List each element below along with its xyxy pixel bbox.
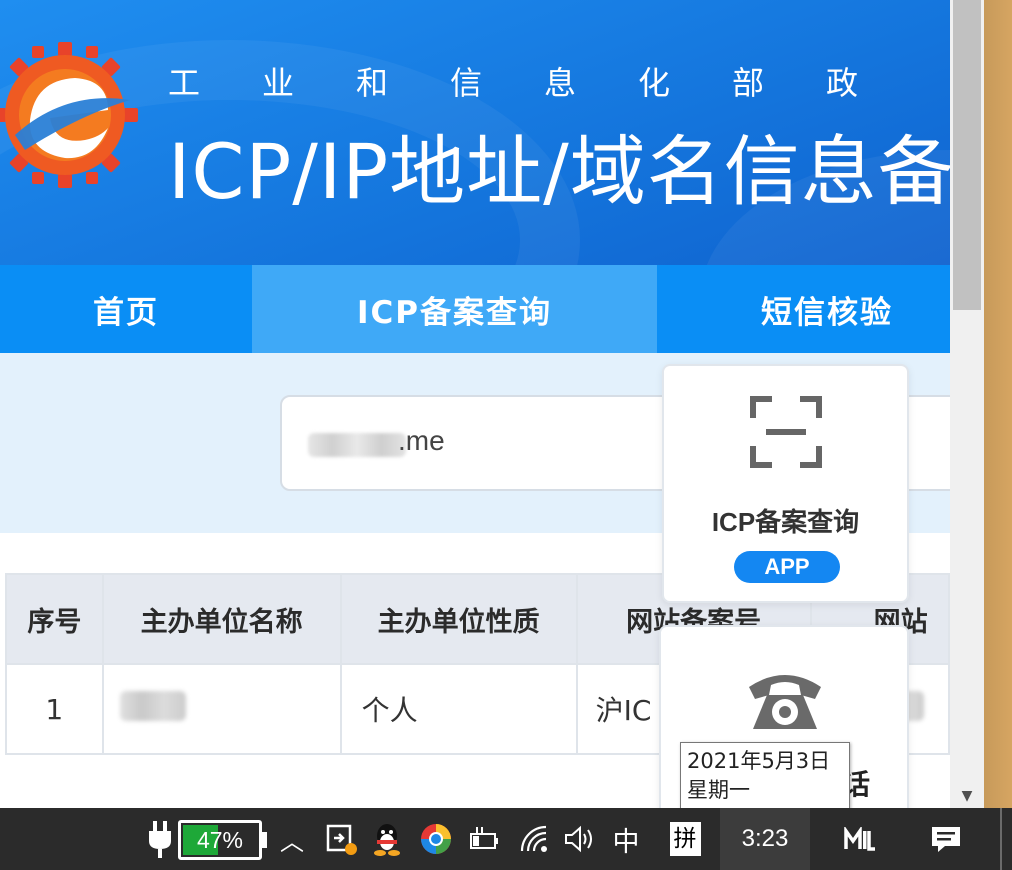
- browser-tray-icon[interactable]: [418, 808, 454, 870]
- column-header-org-type: 主办单位性质: [339, 573, 578, 665]
- tooltip-date: 2021年5月3日: [687, 749, 831, 773]
- header-banner: 工业和信息化部政 ICP/IP地址/域名信息备: [0, 0, 950, 265]
- battery-percent: 47%: [196, 827, 244, 853]
- app-download-card[interactable]: ICP备案查询 APP: [662, 364, 909, 603]
- app-badge[interactable]: APP: [734, 551, 840, 583]
- browser-viewport: 工业和信息化部政 ICP/IP地址/域名信息备 首页 ICP备案查询 短信核验 …: [0, 0, 950, 808]
- telephone-icon: [749, 675, 821, 729]
- redacted-text: [119, 690, 186, 721]
- nav-item-icp-query[interactable]: ICP备案查询: [252, 265, 657, 353]
- wifi-icon[interactable]: [518, 808, 552, 870]
- scrollbar-thumb[interactable]: [953, 0, 981, 310]
- search-input-value: .me: [398, 425, 445, 456]
- redacted-text: [308, 433, 406, 457]
- ministry-name: 工业和信息化部政: [168, 64, 921, 102]
- cell-org-name: [101, 663, 342, 755]
- vertical-scrollbar[interactable]: ▼: [950, 0, 984, 808]
- app-tray-icon[interactable]: [838, 808, 882, 870]
- nav-item-home[interactable]: 首页: [0, 265, 252, 353]
- desktop-background: [984, 0, 1012, 808]
- battery-tip: [262, 832, 267, 848]
- column-header-index: 序号: [5, 573, 104, 665]
- notification-center-icon[interactable]: [926, 808, 966, 870]
- qq-icon[interactable]: [370, 808, 404, 870]
- tooltip-weekday: 星期一: [687, 778, 750, 802]
- main-nav: 首页 ICP备案查询 短信核验: [0, 265, 950, 353]
- device-sync-icon[interactable]: [322, 808, 360, 870]
- cell-org-type: 个人: [339, 663, 578, 755]
- ime-layout-label: 拼: [669, 822, 701, 856]
- ime-mode-indicator[interactable]: 中: [606, 808, 646, 870]
- column-header-org-name: 主办单位名称: [101, 573, 342, 665]
- volume-icon[interactable]: [562, 808, 598, 870]
- power-plug-icon[interactable]: [144, 808, 176, 870]
- cell-index: 1: [5, 663, 104, 755]
- battery-status-icon[interactable]: [466, 808, 502, 870]
- show-hidden-icons-chevron-icon[interactable]: ︿: [276, 808, 308, 870]
- show-desktop-button[interactable]: [1000, 808, 1002, 870]
- scroll-down-arrow-icon[interactable]: ▼: [950, 784, 984, 808]
- taskbar: 47% ︿ 中 拼 3:23: [0, 808, 1012, 870]
- battery-indicator[interactable]: 47%: [178, 820, 262, 860]
- taskbar-clock[interactable]: 3:23: [720, 808, 810, 870]
- date-tooltip: 2021年5月3日 星期一: [680, 742, 850, 808]
- miit-logo-icon: [0, 42, 138, 188]
- site-title: ICP/IP地址/域名信息备: [168, 127, 950, 216]
- ime-layout-indicator[interactable]: 拼: [664, 808, 706, 870]
- app-card-title: ICP备案查询: [711, 507, 860, 537]
- scan-icon: [750, 396, 822, 468]
- nav-item-sms-verify[interactable]: 短信核验: [657, 265, 950, 353]
